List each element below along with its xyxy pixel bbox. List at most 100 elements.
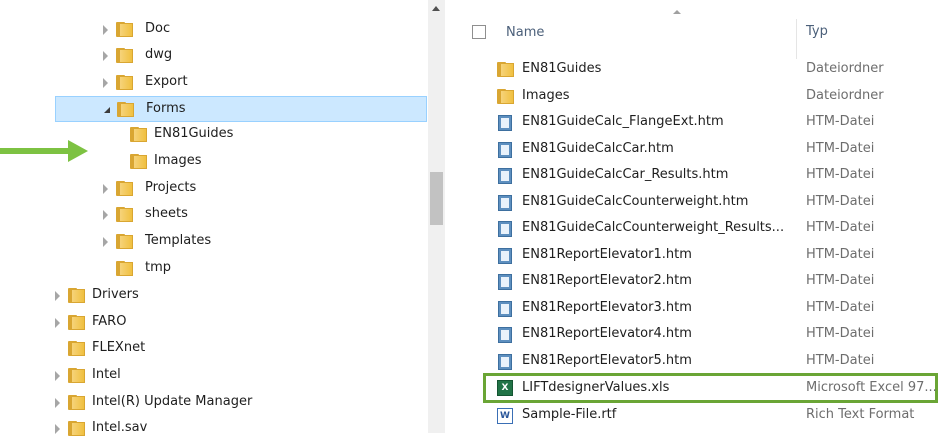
file-row[interactable]: EN81GuideCalc_FlangeExt.htm HTM-Datei [485, 110, 938, 136]
folder-icon [117, 102, 134, 117]
chevron-right-icon[interactable] [55, 318, 60, 328]
column-header: Name Typ [445, 0, 938, 59]
file-row[interactable]: EN81ReportElevator2.htm HTM-Datei [485, 269, 938, 295]
tree-item-tmp[interactable]: tmp [55, 256, 427, 282]
file-type: HTM-Datei [806, 141, 875, 156]
tree-item-intel-update-manager[interactable]: Intel(R) Update Manager [55, 390, 427, 416]
tree-item-drivers[interactable]: Drivers [55, 283, 427, 309]
file-row[interactable]: EN81GuideCalcCar.htm HTM-Datei [485, 137, 938, 163]
htm-file-icon [497, 354, 513, 370]
column-header-name[interactable]: Name [506, 25, 544, 40]
tree-item-images[interactable]: Images [55, 149, 427, 175]
file-type: HTM-Datei [806, 194, 875, 209]
tree-item-dwg[interactable]: dwg [55, 43, 427, 69]
file-type: HTM-Datei [806, 353, 875, 368]
scrollbar-thumb[interactable] [430, 172, 443, 225]
file-type: Rich Text Format [806, 407, 915, 422]
file-row-images[interactable]: Images Dateiordner [485, 84, 938, 110]
file-name: EN81GuideCalcCar.htm [522, 141, 674, 156]
tree-item-label: sheets [145, 206, 188, 221]
sort-ascending-icon [673, 10, 681, 14]
folder-icon [116, 75, 133, 90]
tree-item-templates[interactable]: Templates [55, 229, 427, 255]
tree-scrollbar[interactable] [428, 0, 445, 433]
file-name: Sample-File.rtf [522, 407, 617, 422]
folder-icon [116, 181, 133, 196]
file-type: HTM-Datei [806, 273, 875, 288]
file-name: EN81ReportElevator1.htm [522, 247, 692, 262]
file-name: EN81ReportElevator4.htm [522, 326, 692, 341]
file-row-en81guides[interactable]: EN81Guides Dateiordner [485, 57, 938, 83]
folder-icon [116, 48, 133, 63]
file-name: EN81GuideCalcCounterweight.htm [522, 194, 749, 209]
file-type: HTM-Datei [806, 167, 875, 182]
tree-item-label: Projects [145, 180, 197, 195]
tree-item-label: tmp [145, 260, 172, 275]
file-row[interactable]: EN81ReportElevator5.htm HTM-Datei [485, 349, 938, 375]
tree-item-label: Export [145, 74, 188, 89]
file-row-highlighted-xls[interactable]: X LIFTdesignerValues.xls Microsoft Excel… [483, 373, 938, 403]
file-row[interactable]: EN81GuideCalcCounterweight_Results... HT… [485, 216, 938, 242]
tree-item-projects[interactable]: Projects [55, 176, 427, 202]
htm-file-icon [497, 221, 513, 237]
file-row[interactable]: EN81GuideCalcCounterweight.htm HTM-Datei [485, 190, 938, 216]
file-name: EN81Guides [522, 61, 602, 76]
folder-icon [116, 22, 133, 37]
file-type: HTM-Datei [806, 300, 875, 315]
chevron-right-icon[interactable] [55, 371, 60, 381]
tree-item-faro[interactable]: FARO [55, 310, 427, 336]
file-name: EN81ReportElevator3.htm [522, 300, 692, 315]
htm-file-icon [497, 168, 513, 184]
folder-icon [130, 127, 147, 142]
htm-file-icon [497, 274, 513, 290]
file-row[interactable]: EN81ReportElevator4.htm HTM-Datei [485, 322, 938, 348]
tree-item-label: EN81Guides [154, 126, 234, 141]
file-type: Microsoft Excel 97... [806, 380, 937, 395]
htm-file-icon [497, 301, 513, 317]
tree-item-intel-sav[interactable]: Intel.sav [55, 416, 427, 442]
chevron-right-icon[interactable] [103, 78, 108, 88]
scroll-up-arrow-icon[interactable] [432, 6, 440, 11]
green-arrow-annotation [0, 140, 88, 162]
chevron-down-icon[interactable] [104, 107, 110, 113]
tree-item-doc[interactable]: Doc [55, 17, 427, 43]
htm-file-icon [497, 327, 513, 343]
folder-icon [68, 288, 85, 303]
tree-item-label: Doc [145, 21, 171, 36]
folder-icon [68, 341, 85, 356]
htm-file-icon [497, 142, 513, 158]
folder-icon [497, 89, 514, 104]
tree-item-flexnet[interactable]: FLEXnet [55, 336, 427, 362]
chevron-right-icon[interactable] [103, 51, 108, 61]
select-all-checkbox[interactable] [472, 25, 486, 39]
htm-file-icon [497, 195, 513, 211]
file-name: Images [522, 88, 570, 103]
tree-item-forms[interactable]: Forms [55, 96, 427, 122]
tree-item-label: Forms [146, 101, 186, 116]
chevron-right-icon[interactable] [55, 291, 60, 301]
file-row[interactable]: EN81ReportElevator3.htm HTM-Datei [485, 296, 938, 322]
tree-item-en81guides[interactable]: EN81Guides [55, 122, 427, 148]
file-row[interactable]: EN81GuideCalcCar_Results.htm HTM-Datei [485, 163, 938, 189]
tree-item-label: Intel [92, 367, 121, 382]
tree-item-intel[interactable]: Intel [55, 363, 427, 389]
tree-item-export[interactable]: Export [55, 70, 427, 96]
file-type: HTM-Datei [806, 247, 875, 262]
tree-item-sheets[interactable]: sheets [55, 202, 427, 228]
folder-icon [130, 154, 147, 169]
file-row[interactable]: EN81ReportElevator1.htm HTM-Datei [485, 243, 938, 269]
column-header-type[interactable]: Typ [796, 19, 828, 59]
file-name: LIFTdesignerValues.xls [522, 380, 670, 395]
tree-item-label: Templates [145, 233, 212, 248]
tree-item-label: FLEXnet [92, 340, 146, 355]
navigation-tree: Doc dwg Export Forms EN81Guides Images P… [0, 0, 428, 436]
chevron-right-icon[interactable] [103, 25, 108, 35]
file-name: EN81GuideCalcCounterweight_Results... [522, 220, 785, 235]
file-row[interactable]: W Sample-File.rtf Rich Text Format [485, 403, 938, 429]
chevron-right-icon[interactable] [103, 184, 108, 194]
folder-icon [68, 395, 85, 410]
chevron-right-icon[interactable] [55, 398, 60, 408]
chevron-right-icon[interactable] [103, 237, 108, 247]
folder-icon [116, 234, 133, 249]
chevron-right-icon[interactable] [103, 210, 108, 220]
